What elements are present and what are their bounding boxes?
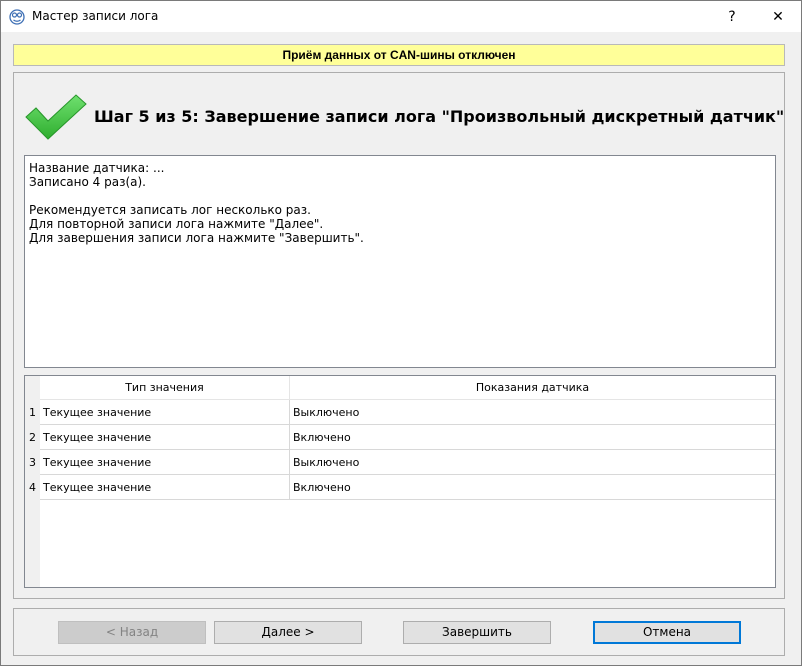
table-row[interactable]: 1 Текущее значение Выключено (25, 400, 775, 425)
step-heading: Шаг 5 из 5: Завершение записи лога "Прои… (94, 107, 785, 126)
finish-button[interactable]: Завершить (403, 621, 551, 644)
column-header-value[interactable]: Показания датчика (290, 376, 775, 400)
wizard-window: Мастер записи лога ? ✕ Приём данных от C… (0, 0, 802, 666)
table-row[interactable]: 2 Текущее значение Включено (25, 425, 775, 450)
column-header-type[interactable]: Тип значения (40, 376, 290, 400)
close-icon: ✕ (772, 8, 784, 25)
app-icon (9, 9, 25, 25)
checkmark-icon (25, 94, 87, 140)
wizard-page: Шаг 5 из 5: Завершение записи лога "Прои… (13, 72, 785, 599)
can-status-banner: Приём данных от CAN-шины отключен (13, 44, 785, 66)
cell-value[interactable]: Выключено (290, 400, 775, 425)
cell-value[interactable]: Выключено (290, 450, 775, 475)
cell-type[interactable]: Текущее значение (40, 425, 290, 450)
info-line: Рекомендуется записать лог несколько раз… (29, 203, 311, 217)
row-number: 4 (25, 475, 40, 500)
cell-type[interactable]: Текущее значение (40, 400, 290, 425)
button-bar: < Назад Далее > Завершить Отмена (13, 608, 785, 656)
help-button[interactable]: ? (709, 1, 755, 32)
title-bar: Мастер записи лога ? ✕ (1, 1, 801, 32)
table-row[interactable]: 4 Текущее значение Включено (25, 475, 775, 500)
values-table[interactable]: Тип значения Показания датчика 1 Текущее… (24, 375, 776, 588)
table-row[interactable]: 3 Текущее значение Выключено (25, 450, 775, 475)
info-textbox[interactable]: Название датчика: ... Записано 4 раз(а).… (24, 155, 776, 368)
cell-type[interactable]: Текущее значение (40, 475, 290, 500)
row-number: 3 (25, 450, 40, 475)
back-button[interactable]: < Назад (58, 621, 206, 644)
help-icon: ? (728, 8, 736, 25)
info-line: Для завершения записи лога нажмите "Заве… (29, 231, 364, 245)
window-title: Мастер записи лога (32, 9, 159, 23)
cell-value[interactable]: Включено (290, 475, 775, 500)
row-number: 1 (25, 400, 40, 425)
row-number: 2 (25, 425, 40, 450)
info-line (29, 189, 771, 203)
close-button[interactable]: ✕ (755, 1, 801, 32)
info-line: Для повторной записи лога нажмите "Далее… (29, 217, 324, 231)
info-line: Записано 4 раз(а). (29, 175, 146, 189)
cell-type[interactable]: Текущее значение (40, 450, 290, 475)
cell-value[interactable]: Включено (290, 425, 775, 450)
info-line: Название датчика: ... (29, 161, 165, 175)
cancel-button[interactable]: Отмена (593, 621, 741, 644)
next-button[interactable]: Далее > (214, 621, 362, 644)
